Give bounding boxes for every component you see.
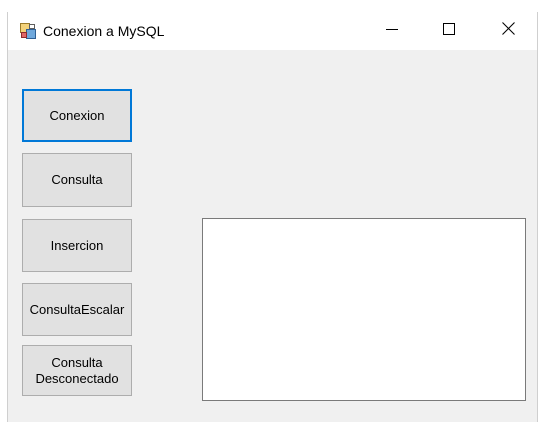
minimize-icon [386, 22, 398, 40]
results-textbox[interactable] [202, 218, 526, 401]
maximize-button[interactable] [420, 12, 478, 50]
insercion-button[interactable]: Insercion [22, 219, 132, 272]
window-title: Conexion a MySQL [43, 23, 165, 39]
app-icon [20, 23, 36, 39]
window-border-right [537, 12, 538, 422]
close-icon [501, 22, 515, 40]
close-button[interactable] [479, 12, 537, 50]
app-window: Conexion a MySQL Conexion Consulta Inser… [0, 0, 545, 427]
maximize-icon [443, 22, 455, 40]
title-bar[interactable]: Conexion a MySQL [8, 12, 537, 50]
consulta-desconectado-button[interactable]: Consulta Desconectado [22, 345, 132, 396]
form-client-area: Conexion Consulta Insercion ConsultaEsca… [8, 50, 537, 422]
consulta-button[interactable]: Consulta [22, 153, 132, 207]
minimize-button[interactable] [363, 12, 421, 50]
conexion-button[interactable]: Conexion [22, 89, 132, 142]
consulta-escalar-button[interactable]: ConsultaEscalar [22, 283, 132, 336]
